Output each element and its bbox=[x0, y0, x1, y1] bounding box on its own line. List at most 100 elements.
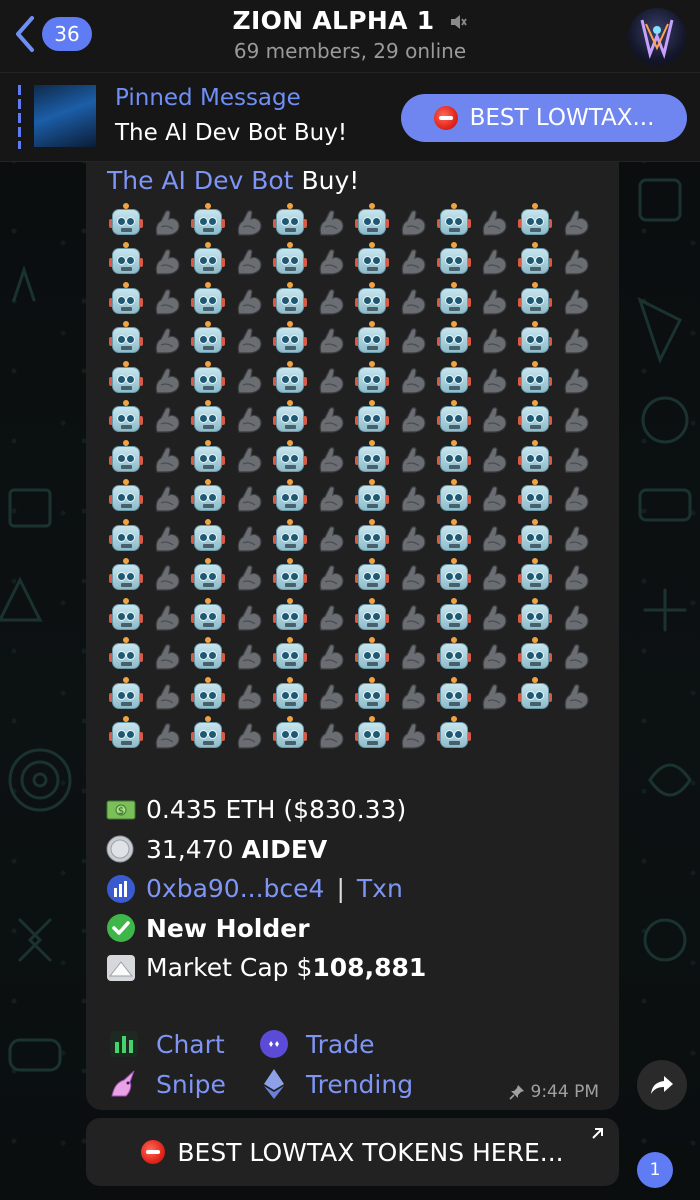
emoji-cell bbox=[351, 439, 392, 479]
emoji-cell bbox=[106, 479, 147, 519]
snipe-link[interactable]: Snipe bbox=[106, 1068, 256, 1100]
holder-status: New Holder bbox=[146, 913, 310, 943]
external-link-arrow-icon bbox=[592, 1128, 603, 1139]
message-bubble[interactable]: The AI Dev Bot Buy! $ 0.435 ETH ($830.33… bbox=[86, 162, 619, 1110]
token-amount-value: 31,470 bbox=[146, 834, 234, 864]
flexed-biceps-emoji-icon bbox=[319, 288, 344, 315]
robot-emoji-icon bbox=[109, 439, 144, 474]
emoji-cell bbox=[188, 202, 229, 242]
flexed-biceps-emoji-icon bbox=[319, 209, 344, 236]
robot-emoji-icon bbox=[436, 518, 471, 553]
flexed-biceps-emoji-icon bbox=[564, 328, 589, 354]
emoji-cell bbox=[270, 400, 311, 440]
robot-emoji-icon bbox=[354, 518, 389, 553]
trending-link[interactable]: Trending bbox=[256, 1068, 413, 1100]
robot-emoji-icon bbox=[354, 400, 389, 434]
robot-emoji-icon bbox=[109, 676, 144, 711]
flexed-biceps-emoji-icon bbox=[237, 525, 262, 552]
robot-emoji-icon bbox=[354, 676, 389, 711]
robot-emoji-icon bbox=[191, 281, 226, 316]
chat-title-area[interactable]: ZION ALPHA 1 69 members, 29 online bbox=[150, 6, 550, 63]
emoji-cell bbox=[474, 281, 515, 321]
emoji-cell bbox=[188, 597, 229, 637]
unread-chats-badge: 36 bbox=[42, 17, 92, 51]
flexed-biceps-emoji-icon bbox=[319, 723, 344, 749]
trade-link[interactable]: Trade bbox=[256, 1029, 374, 1059]
sender-name[interactable]: The AI Dev Bot bbox=[107, 166, 294, 195]
emoji-cell bbox=[310, 597, 351, 637]
emoji-cell bbox=[433, 518, 474, 558]
buy-details: $ 0.435 ETH ($830.33) 31,470 AIDEV 0xba9… bbox=[106, 790, 606, 988]
flexed-biceps-emoji-icon bbox=[483, 644, 508, 670]
chat-member-count: 69 members, 29 online bbox=[233, 39, 467, 63]
emoji-cell bbox=[556, 400, 597, 440]
emoji-cell bbox=[433, 637, 474, 677]
emoji-cell bbox=[556, 558, 597, 598]
robot-emoji-icon bbox=[354, 479, 389, 513]
robot-emoji-icon bbox=[273, 439, 307, 474]
robot-emoji-icon bbox=[518, 400, 553, 434]
wallet-address-link[interactable]: 0xba90...bce4 bbox=[146, 874, 324, 903]
robot-emoji-icon bbox=[518, 242, 553, 276]
red-circle-icon bbox=[433, 106, 458, 130]
flexed-biceps-emoji-icon bbox=[401, 328, 426, 354]
emoji-cell bbox=[147, 479, 188, 519]
flexed-biceps-emoji-icon bbox=[155, 525, 180, 552]
flexed-biceps-emoji-icon bbox=[155, 288, 180, 315]
emoji-cell bbox=[270, 202, 311, 242]
flexed-biceps-emoji-icon bbox=[483, 249, 508, 275]
eth-amount-row: $ 0.435 ETH ($830.33) bbox=[106, 790, 606, 830]
robot-emoji-icon bbox=[273, 281, 307, 316]
robot-emoji-icon bbox=[273, 360, 307, 395]
flexed-biceps-emoji-icon bbox=[237, 723, 262, 749]
emoji-cell bbox=[106, 558, 147, 598]
emoji-cell bbox=[515, 242, 556, 282]
txn-link[interactable]: Txn bbox=[357, 874, 403, 903]
robot-emoji-icon bbox=[273, 400, 307, 434]
emoji-cell bbox=[106, 242, 147, 282]
emoji-cell bbox=[229, 716, 270, 756]
emoji-cell bbox=[147, 202, 188, 242]
emoji-cell bbox=[229, 518, 270, 558]
emoji-cell bbox=[106, 202, 147, 242]
flexed-biceps-emoji-icon bbox=[483, 683, 508, 710]
robot-emoji-icon bbox=[191, 400, 226, 434]
chart-logo-icon bbox=[107, 874, 135, 903]
emoji-cell bbox=[433, 597, 474, 637]
pinned-link-button[interactable]: BEST LOWTAX... bbox=[401, 94, 687, 142]
robot-emoji-icon bbox=[436, 479, 471, 513]
emoji-cell bbox=[351, 360, 392, 400]
back-button[interactable]: 36 bbox=[12, 14, 92, 54]
emoji-cell bbox=[147, 518, 188, 558]
message-header: The AI Dev Bot Buy! bbox=[107, 166, 359, 195]
emoji-cell bbox=[392, 676, 433, 716]
flexed-biceps-emoji-icon bbox=[483, 209, 508, 236]
group-avatar[interactable] bbox=[628, 8, 686, 66]
emoji-cell bbox=[433, 676, 474, 716]
emoji-cell bbox=[351, 479, 392, 519]
robot-emoji-icon bbox=[191, 597, 226, 632]
emoji-cell bbox=[392, 400, 433, 440]
chart-link[interactable]: Chart bbox=[106, 1030, 256, 1059]
chart-label: Chart bbox=[156, 1029, 225, 1059]
robot-emoji-icon bbox=[354, 242, 389, 276]
emoji-cell bbox=[270, 321, 311, 361]
emoji-cell bbox=[147, 597, 188, 637]
unread-count-badge[interactable]: 1 bbox=[637, 1152, 673, 1188]
emoji-cell bbox=[188, 281, 229, 321]
market-cap-label: Market Cap $ bbox=[146, 953, 313, 983]
flexed-biceps-emoji-icon bbox=[564, 446, 589, 473]
emoji-cell bbox=[392, 716, 433, 756]
emoji-cell bbox=[351, 281, 392, 321]
emoji-cell bbox=[556, 479, 597, 519]
emoji-cell bbox=[310, 637, 351, 677]
bar-chart-icon bbox=[110, 1031, 138, 1057]
best-lowtax-button[interactable]: BEST LOWTAX TOKENS HERE... bbox=[86, 1118, 619, 1186]
flexed-biceps-emoji-icon bbox=[401, 525, 426, 552]
flexed-biceps-emoji-icon bbox=[319, 367, 344, 394]
emoji-cell bbox=[229, 400, 270, 440]
robot-emoji-icon bbox=[191, 321, 226, 355]
share-button[interactable] bbox=[637, 1060, 687, 1110]
message-meta: 9:44 PM bbox=[508, 1082, 599, 1102]
emoji-cell bbox=[147, 676, 188, 716]
